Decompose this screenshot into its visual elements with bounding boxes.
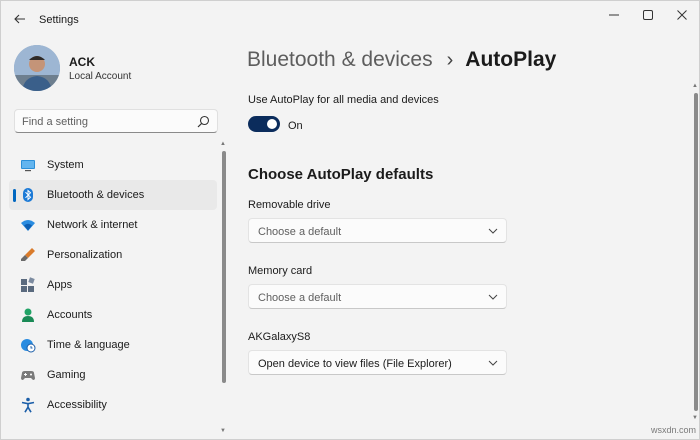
sidebar-item-label: Gaming — [47, 369, 86, 381]
sidebar-item-label: Apps — [47, 279, 73, 291]
breadcrumb: Bluetooth & devices › AutoPlay — [247, 45, 556, 75]
user-photo-icon — [14, 45, 60, 91]
settings-window: Settings ACK Local Account System — [0, 0, 700, 440]
avatar[interactable] — [14, 45, 60, 91]
autoplay-toggle[interactable] — [248, 116, 280, 132]
accessibility-icon — [21, 397, 35, 413]
apps-icon — [21, 277, 35, 292]
breadcrumb-separator: › — [446, 48, 454, 71]
autoplay-toggle-state: On — [288, 120, 303, 132]
sidebar-item-label: Accounts — [47, 309, 93, 321]
sidebar-nav: System Bluetooth & devices Network & int… — [9, 150, 219, 420]
toggle-knob — [267, 119, 277, 129]
removable-drive-label: Removable drive — [248, 199, 331, 211]
sidebar-item-apps[interactable]: Apps — [9, 270, 217, 300]
bluetooth-icon — [23, 188, 33, 202]
watermark: wsxdn.com — [651, 425, 697, 435]
device-dropdown[interactable]: Open device to view files (File Explorer… — [248, 350, 507, 375]
memory-card-dropdown[interactable]: Choose a default — [248, 284, 507, 309]
search-box[interactable] — [14, 109, 218, 133]
page-title: AutoPlay — [465, 48, 557, 71]
globe-clock-icon — [21, 339, 36, 353]
autoplay-toggle-label: Use AutoPlay for all media and devices — [248, 94, 439, 106]
monitor-icon — [21, 160, 35, 172]
sidebar-item-label: Network & internet — [47, 219, 138, 231]
sidebar-item-bluetooth-devices[interactable]: Bluetooth & devices — [9, 180, 217, 210]
sidebar-item-label: Bluetooth & devices — [47, 189, 145, 201]
maximize-button[interactable] — [631, 5, 665, 25]
breadcrumb-parent[interactable]: Bluetooth & devices — [247, 48, 433, 72]
content-scrollbar[interactable] — [694, 93, 698, 411]
gamepad-icon — [21, 371, 35, 380]
content-scroll-down-arrow[interactable]: ▼ — [692, 415, 698, 421]
sidebar-scroll-up-arrow[interactable]: ▲ — [220, 141, 226, 147]
active-indicator — [13, 189, 16, 202]
sidebar-item-label: System — [47, 159, 84, 171]
chevron-down-icon — [488, 294, 498, 300]
section-title: Choose AutoPlay defaults — [248, 166, 434, 183]
user-name: ACK — [69, 55, 95, 69]
sidebar-item-accounts[interactable]: Accounts — [9, 300, 217, 330]
sidebar-item-accessibility[interactable]: Accessibility — [9, 390, 217, 420]
wifi-icon — [21, 220, 35, 231]
memory-card-label: Memory card — [248, 265, 313, 277]
chevron-down-icon — [488, 360, 498, 366]
account-type: Local Account — [69, 71, 132, 82]
minimize-button[interactable] — [597, 5, 631, 25]
person-icon — [22, 308, 34, 322]
sidebar-item-gaming[interactable]: Gaming — [9, 360, 217, 390]
back-arrow-icon — [14, 14, 25, 24]
device-label: AKGalaxyS8 — [248, 331, 311, 343]
sidebar-item-label: Personalization — [47, 249, 123, 261]
minimize-icon — [609, 14, 619, 16]
close-icon — [677, 10, 687, 20]
sidebar-scrollbar[interactable] — [222, 151, 226, 383]
dropdown-value: Choose a default — [258, 292, 342, 304]
chevron-down-icon — [488, 228, 498, 234]
sidebar-item-personalization[interactable]: Personalization — [9, 240, 217, 270]
back-button[interactable] — [7, 7, 33, 31]
sidebar-item-label: Accessibility — [47, 399, 107, 411]
removable-drive-dropdown[interactable]: Choose a default — [248, 218, 507, 243]
maximize-icon — [643, 10, 653, 20]
sidebar-item-label: Time & language — [47, 339, 130, 351]
brush-icon — [21, 248, 35, 261]
app-title: Settings — [39, 14, 79, 26]
title-bar: Settings — [1, 1, 699, 37]
dropdown-value: Open device to view files (File Explorer… — [258, 358, 452, 370]
sidebar-item-system[interactable]: System — [9, 150, 217, 180]
sidebar-item-network-internet[interactable]: Network & internet — [9, 210, 217, 240]
close-button[interactable] — [665, 5, 699, 25]
content-scroll-up-arrow[interactable]: ▲ — [692, 83, 698, 89]
search-input[interactable] — [22, 114, 192, 129]
sidebar-scroll-down-arrow[interactable]: ▼ — [220, 428, 226, 434]
sidebar-item-time-language[interactable]: Time & language — [9, 330, 217, 360]
search-icon[interactable] — [197, 115, 210, 128]
dropdown-value: Choose a default — [258, 226, 342, 238]
